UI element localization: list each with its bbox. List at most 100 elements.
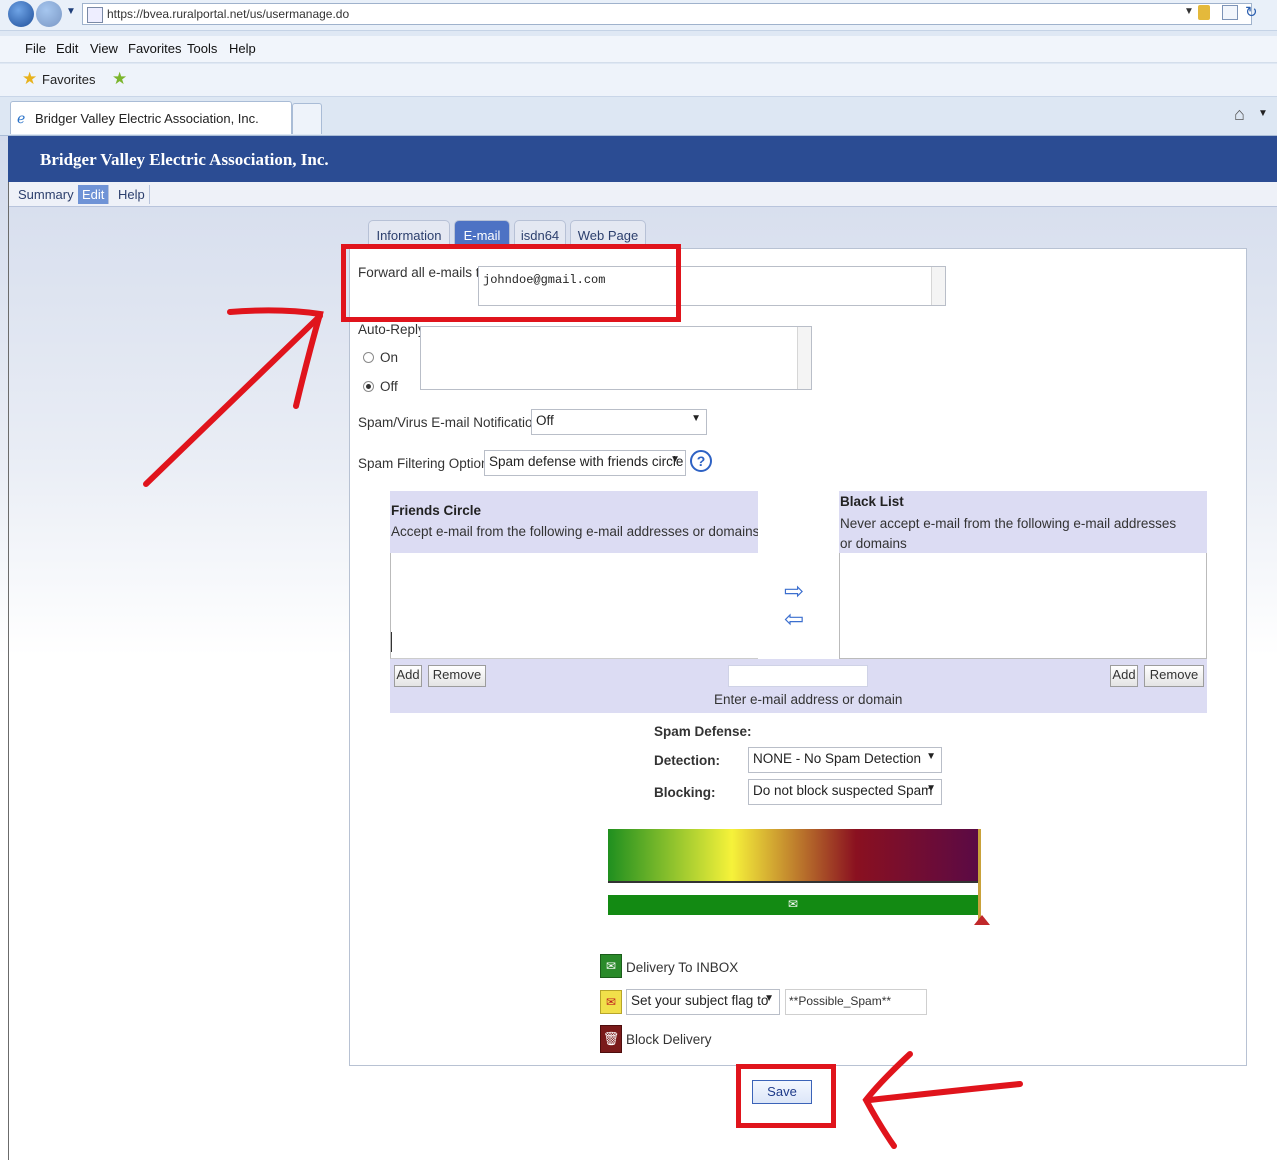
filtering-select[interactable]: Spam defense with friends circle ▼ [484,450,686,476]
chevron-down-icon: ▼ [926,783,936,794]
black-list-title: Black List [840,494,904,509]
menu-tools[interactable]: Tools [187,41,217,56]
notifications-select[interactable]: Off ▼ [531,409,707,435]
chevron-down-icon: ▼ [670,454,680,465]
friends-circle-desc: Accept e-mail from the following e-mail … [391,524,760,539]
blocking-label: Blocking: [654,785,716,800]
forward-icon[interactable] [36,1,62,27]
inbox-label: Delivery To INBOX [626,960,739,975]
subject-flag-input[interactable]: **Possible_Spam** [785,989,927,1015]
detection-label: Detection: [654,753,721,768]
email-domain-hint: Enter e-mail address or domain [714,692,903,707]
friends-add-button[interactable]: Add [394,665,422,687]
nav-edit[interactable]: Edit [78,185,110,204]
chevron-down-icon: ▼ [691,413,701,424]
add-favorite-icon[interactable]: ★ [112,69,127,89]
nav-summary[interactable]: Summary [14,185,79,204]
subject-flag-value: **Possible_Spam** [789,994,892,1008]
trash-icon: 🗑 [600,1025,622,1053]
autoreply-on-radio[interactable] [363,352,374,363]
autoreply-message-input[interactable] [420,326,812,390]
new-tab-button[interactable] [292,103,322,134]
move-left-icon[interactable]: ⇦ [784,605,804,634]
blocking-value: Do not block suspected Spam [753,783,933,798]
favorites-bar: ★ Favorites ★ [0,64,1277,97]
autoreply-off-radio[interactable] [363,381,374,392]
address-dropdown-icon[interactable]: ▼ [1184,6,1194,17]
browser-tab-bar: ℯ Bridger Valley Electric Association, I… [0,97,1277,136]
blocking-select[interactable]: Do not block suspected Spam ▼ [748,779,942,805]
browser-tab-title: Bridger Valley Electric Association, Inc… [35,111,259,126]
spam-score-gradient [608,829,980,881]
spam-defense-heading: Spam Defense: [654,724,752,739]
nav-help[interactable]: Help [114,185,150,204]
menu-bar: File Edit View Favorites Tools Help [0,36,1277,63]
browser-chrome: ▼ https://bvea.ruralportal.net/us/userma… [0,0,1277,136]
friends-remove-button[interactable]: Remove [428,665,486,687]
subject-flag-select-value: Set your subject flag to [631,993,769,1008]
annotation-highlight-forward [341,244,681,322]
flag-subject-icon: ✉ [600,990,622,1014]
annotation-highlight-save [736,1064,836,1128]
page-content: Bridger Valley Electric Association, Inc… [0,136,1277,1160]
subject-flag-select[interactable]: Set your subject flag to ▼ [626,989,780,1015]
autoreply-label: Auto-Reply [358,322,425,337]
menu-edit[interactable]: Edit [56,41,78,56]
autoreply-on-label: On [380,350,399,365]
transfer-arrows: ⇨ ⇦ [758,491,840,659]
notifications-value: Off [536,413,554,428]
forward-scrollbar[interactable] [931,267,945,305]
list-controls: Add Remove Enter e-mail address or domai… [390,659,1207,713]
lock-icon[interactable] [1198,5,1210,20]
menu-favorites[interactable]: Favorites [128,41,181,56]
address-field[interactable]: https://bvea.ruralportal.net/us/usermana… [82,3,1252,25]
email-settings-panel: Forward all e-mails to johndoe@gmail.com… [349,248,1247,1066]
slider-pointer-icon[interactable] [974,915,990,925]
text-cursor [391,632,392,652]
favorites-button[interactable]: Favorites [42,72,95,87]
chevron-down-icon: ▼ [926,751,936,762]
back-icon[interactable] [8,1,34,27]
detection-select[interactable]: NONE - No Spam Detection ▼ [748,747,942,773]
refresh-icon[interactable]: ↻ [1245,3,1258,21]
inbox-icon: ✉ [600,954,622,978]
filtering-value: Spam defense with friends circle [489,454,684,469]
annotation-arrow-left [143,307,324,487]
friends-circle-list[interactable] [390,553,758,659]
black-list-header: Black List Never accept e-mail from the … [839,491,1207,553]
delivery-level-track: ✉ [608,895,980,915]
envelope-icon: ✉ [788,897,799,911]
home-icon[interactable]: ⌂ [1234,104,1245,125]
blacklist-remove-button[interactable]: Remove [1144,665,1204,687]
email-domain-input[interactable] [728,665,868,687]
filtering-label: Spam Filtering Options [358,456,496,471]
autoreply-off-label: Off [380,379,398,394]
menu-file[interactable]: File [25,41,46,56]
gauge-divider [608,881,980,883]
friends-circle-header: Friends Circle Accept e-mail from the fo… [390,491,760,553]
autoreply-scrollbar[interactable] [797,327,811,389]
annotation-arrow-right [862,1051,1023,1149]
history-dropdown-icon[interactable]: ▼ [66,6,76,17]
menu-view[interactable]: View [90,41,118,56]
move-right-icon[interactable]: ⇨ [784,577,804,606]
menu-help[interactable]: Help [229,41,256,56]
compat-view-icon[interactable] [1222,5,1238,20]
notifications-label: Spam/Virus E-mail Notifications [358,415,547,430]
site-nav: Summary Edit Help [8,182,1277,207]
url-text: https://bvea.ruralportal.net/us/usermana… [107,7,350,21]
site-banner: Bridger Valley Electric Association, Inc… [8,136,1277,182]
blacklist-add-button[interactable]: Add [1110,665,1138,687]
home-dropdown-icon[interactable]: ▼ [1258,108,1268,119]
block-delivery-label: Block Delivery [626,1032,712,1047]
browser-tab[interactable]: ℯ Bridger Valley Electric Association, I… [10,101,292,134]
gauge-slider-handle[interactable] [978,829,981,925]
black-list-list[interactable] [839,553,1207,659]
help-icon[interactable]: ? [690,450,712,472]
left-border [8,182,9,1160]
detection-value: NONE - No Spam Detection [753,751,922,766]
chevron-down-icon: ▼ [764,993,774,1004]
page-icon [87,7,103,23]
black-list-desc: Never accept e-mail from the following e… [840,516,1177,551]
favorites-star-icon[interactable]: ★ [22,69,37,89]
